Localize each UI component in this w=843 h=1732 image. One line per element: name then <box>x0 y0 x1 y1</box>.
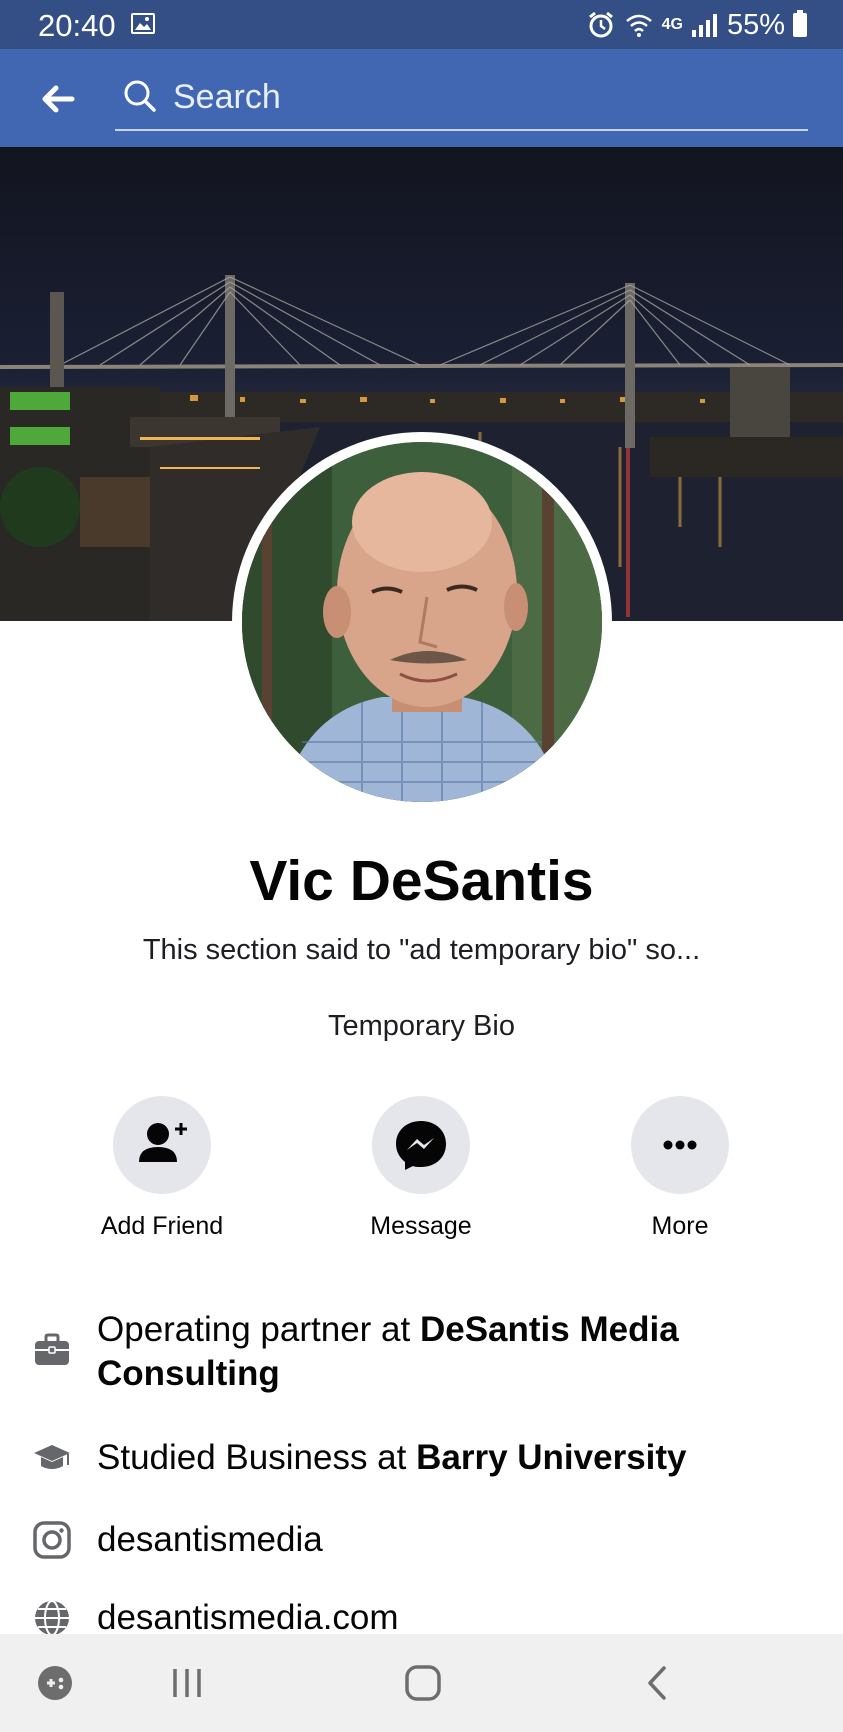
battery-percent: 55% <box>726 8 785 41</box>
profile-actions: Add Friend Message More <box>0 1096 843 1246</box>
status-indicators: 4G 55% <box>586 8 807 42</box>
intro-education-org[interactable]: Barry University <box>416 1438 686 1477</box>
signal-icon <box>691 14 717 37</box>
search-box[interactable] <box>115 71 808 131</box>
add-friend-button[interactable]: Add Friend <box>62 1096 262 1241</box>
profile-bio-subtitle: Temporary Bio <box>328 1010 515 1042</box>
more-label: More <box>651 1212 709 1240</box>
arrow-left-icon[interactable] <box>38 79 78 119</box>
game-launcher-button[interactable] <box>5 1634 105 1732</box>
instagram-handle[interactable]: desantismedia <box>97 1518 807 1562</box>
messenger-icon <box>396 1121 446 1170</box>
system-nav-bar <box>0 1634 843 1732</box>
globe-icon <box>35 1600 69 1636</box>
intro-work-prefix: Operating partner at <box>97 1310 420 1349</box>
back-icon <box>648 1666 666 1700</box>
gallery-icon <box>131 13 155 34</box>
profile-bio: This section said to "ad temporary bio" … <box>142 934 701 966</box>
recent-apps-icon <box>173 1669 201 1697</box>
alarm-icon <box>588 11 613 38</box>
top-search-bar <box>0 49 843 147</box>
status-time: 20:40 <box>38 8 116 43</box>
battery-icon <box>793 10 807 37</box>
intro-work-text: Operating partner at DeSantis Media Cons… <box>97 1308 807 1396</box>
home-button[interactable] <box>373 1634 473 1732</box>
intro-education-prefix: Studied Business at <box>97 1438 417 1477</box>
more-circle[interactable] <box>631 1096 729 1194</box>
profile-name: Vic DeSantis <box>249 849 594 913</box>
graduation-cap-icon <box>34 1445 70 1469</box>
briefcase-icon <box>35 1333 69 1365</box>
more-button[interactable]: More <box>580 1096 780 1241</box>
wifi-icon <box>625 14 652 37</box>
message-label: Message <box>370 1212 472 1240</box>
back-button[interactable] <box>608 1634 708 1732</box>
search-icon <box>124 80 156 112</box>
search-input[interactable] <box>173 75 793 119</box>
game-launcher-icon <box>38 1666 72 1700</box>
message-circle[interactable] <box>372 1096 470 1194</box>
status-bar: 20:40 4G 55% <box>0 0 843 49</box>
intro-education-text: Studied Business at Barry University <box>97 1436 807 1480</box>
add-friend-circle[interactable] <box>113 1096 211 1194</box>
profile-picture-frame[interactable] <box>232 432 612 812</box>
home-icon <box>405 1665 441 1701</box>
message-button[interactable]: Message <box>321 1096 521 1241</box>
instagram-icon <box>33 1521 71 1559</box>
add-friend-label: Add Friend <box>100 1212 224 1240</box>
network-type: 4G <box>661 16 683 33</box>
add-friend-icon <box>139 1123 187 1162</box>
profile-picture[interactable] <box>242 442 602 802</box>
more-icon <box>663 1140 697 1150</box>
recent-apps-button[interactable] <box>137 1634 237 1732</box>
